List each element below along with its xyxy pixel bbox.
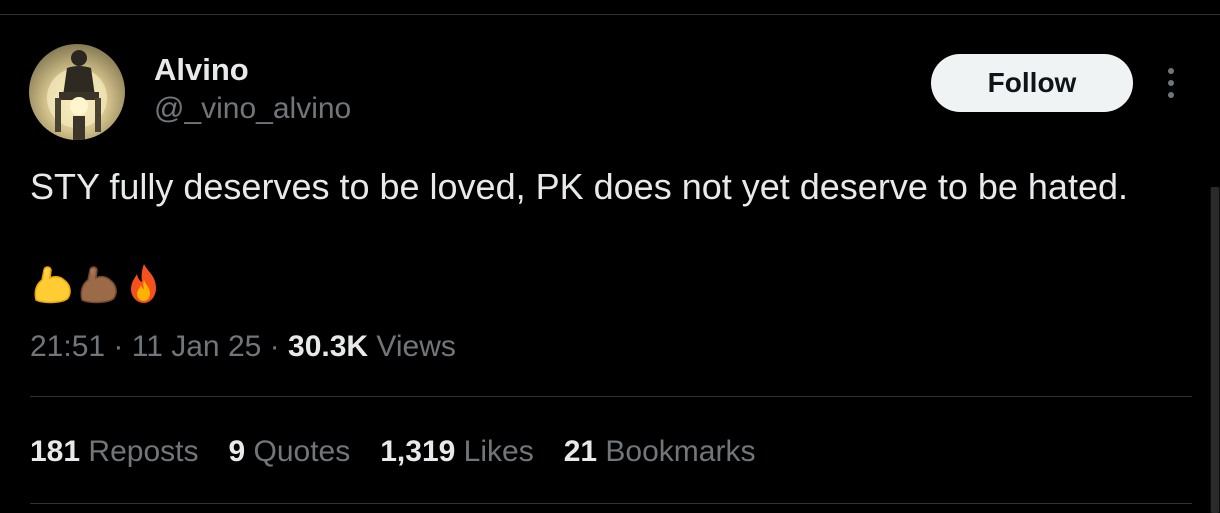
top-divider (0, 14, 1220, 15)
scrollbar-thumb[interactable] (1211, 187, 1219, 513)
avatar-image (47, 50, 107, 140)
bottom-divider (30, 503, 1192, 504)
bookmarks-label: Bookmarks (605, 435, 756, 468)
reposts-count: 181 (30, 435, 81, 468)
views-count: 30.3K (288, 330, 369, 363)
avatar[interactable] (29, 44, 125, 140)
likes-stat[interactable]: 1,319 Likes (380, 432, 533, 472)
meta-separator: · (269, 330, 280, 363)
reposts-stat[interactable]: 181 Reposts (30, 432, 198, 472)
views-label: Views (376, 330, 456, 363)
meta-separator: · (113, 330, 124, 363)
more-dot (1168, 92, 1174, 98)
tweet-date[interactable]: 11 Jan 25 (132, 330, 262, 363)
author-handle[interactable]: @_vino_alvino (154, 91, 351, 127)
more-dot (1168, 80, 1174, 86)
quotes-count: 9 (228, 435, 246, 468)
flexed-biceps-medium-dark-icon (80, 266, 117, 304)
fire-icon (131, 264, 156, 303)
quotes-label: Quotes (253, 435, 351, 468)
emoji-row (30, 262, 166, 310)
likes-label: Likes (463, 435, 534, 468)
author-display-name[interactable]: Alvino (154, 52, 249, 88)
follow-button[interactable]: Follow (931, 54, 1133, 112)
tweet-time[interactable]: 21:51 (30, 330, 105, 363)
stats-divider (30, 396, 1192, 397)
tweet-meta: 21:51 · 11 Jan 25 · 30.3K Views (30, 327, 456, 367)
more-options-icon[interactable] (1155, 62, 1187, 104)
bookmarks-stat[interactable]: 21 Bookmarks (564, 432, 756, 472)
engagement-stats: 181 Reposts 9 Quotes 1,319 Likes 21 Book… (30, 432, 755, 472)
tweet-text: STY fully deserves to be loved, PK does … (30, 166, 1128, 207)
flexed-biceps-icon (34, 266, 71, 304)
reposts-label: Reposts (88, 435, 199, 468)
more-dot (1168, 68, 1174, 74)
quotes-stat[interactable]: 9 Quotes (228, 432, 350, 472)
tweet-page: Alvino @_vino_alvino Follow STY fully de… (0, 0, 1220, 513)
bookmarks-count: 21 (563, 435, 598, 468)
likes-count: 1,319 (380, 435, 456, 468)
